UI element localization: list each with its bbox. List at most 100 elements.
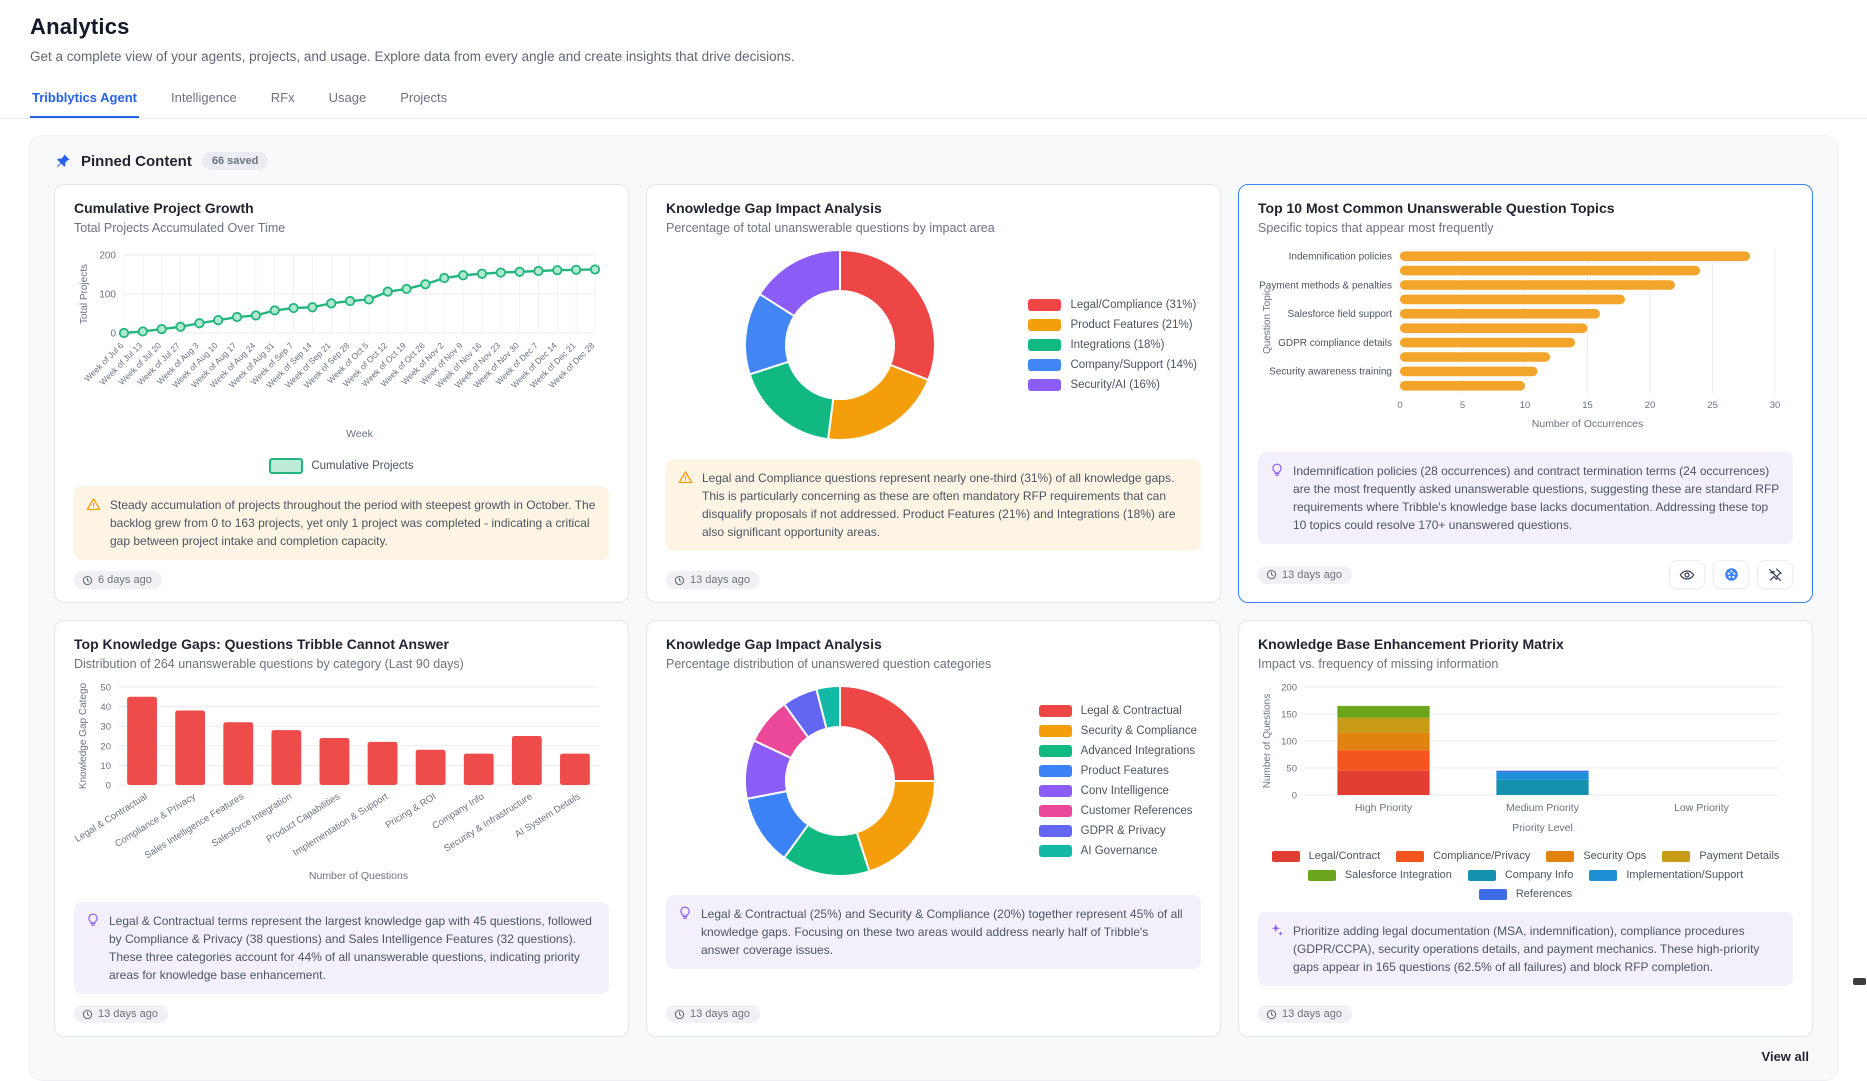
legend-item: Legal & Contractual [1039,705,1197,717]
clock-icon [82,1009,93,1020]
donut-chart: Legal/Compliance (31%)Product Features (… [666,243,1201,447]
legend-swatch [1039,825,1072,837]
card-knowledge-gap-impact-2[interactable]: Knowledge Gap Impact Analysis Percentage… [646,620,1221,1037]
svg-text:Indemnification policies: Indemnification policies [1289,252,1392,263]
legend-item: Security/AI (16%) [1028,379,1197,391]
pinned-footer: View all [54,1037,1813,1068]
legend-item: Customer References [1039,805,1197,817]
legend-item: Company/Support (14%) [1028,359,1197,371]
legend-item: Security Ops [1546,850,1646,862]
svg-text:20: 20 [1645,400,1656,411]
svg-text:Priority Level: Priority Level [1512,822,1573,834]
legend-item: References [1479,888,1572,900]
legend-item: Integrations (18%) [1028,339,1197,351]
svg-text:100: 100 [1281,737,1297,748]
svg-text:50: 50 [1286,764,1297,775]
chart-legend: Legal/Compliance (31%)Product Features (… [1028,299,1197,391]
svg-text:Total Projects: Total Projects [79,264,90,324]
timestamp-badge: 13 days ago [1258,1005,1352,1023]
timestamp-badge: 13 days ago [666,571,760,589]
card-footer: 6 days ago [74,560,609,589]
svg-text:50: 50 [100,683,111,694]
svg-text:Number of Occurrences: Number of Occurrences [1532,418,1643,430]
legend-swatch [1479,889,1507,900]
unpin-button[interactable] [1757,560,1793,589]
svg-text:40: 40 [100,702,111,713]
card-title: Cumulative Project Growth [74,200,609,216]
svg-text:Security awareness training: Security awareness training [1269,367,1392,378]
insight-text: Legal & Contractual (25%) and Security &… [701,905,1189,959]
tab-rfx[interactable]: RFx [269,80,297,118]
legend-item: Salesforce Integration [1308,869,1452,881]
insight-box: Steady accumulation of projects througho… [74,486,609,560]
card-cumulative-project-growth[interactable]: Cumulative Project Growth Total Projects… [54,184,629,603]
svg-text:Medium Priority: Medium Priority [1506,802,1580,814]
legend-item: Payment Details [1662,850,1779,862]
legend-swatch [1039,765,1072,777]
legend-swatch [1028,299,1061,311]
tab-projects[interactable]: Projects [398,80,449,118]
saved-count-badge: 66 saved [202,152,268,170]
card-top-knowledge-gaps[interactable]: Top Knowledge Gaps: Questions Tribble Ca… [54,620,629,1037]
legend-swatch [1546,851,1574,862]
svg-text:Security & Infrastructure: Security & Infrastructure [442,791,534,854]
legend-item: Security & Compliance [1039,725,1197,737]
svg-text:0: 0 [106,781,111,792]
card-title: Top 10 Most Common Unanswerable Question… [1258,200,1793,216]
page-title: Analytics [30,14,1837,40]
svg-text:Number of Questions: Number of Questions [1262,694,1273,789]
insight-text: Indemnification policies (28 occurrences… [1293,462,1781,534]
legend-swatch [1028,359,1061,371]
chart-legend: Legal & Contractual Security & Compliance… [1039,705,1197,857]
svg-text:Knowledge Gap Catego: Knowledge Gap Catego [78,682,89,789]
card-priority-matrix[interactable]: Knowledge Base Enhancement Priority Matr… [1238,620,1813,1037]
insight-box: Legal and Compliance questions represent… [666,459,1201,551]
tab-tribblytics-agent[interactable]: Tribblytics Agent [30,80,139,118]
chart-legend: Cumulative Projects [74,458,609,474]
legend-item: Implementation/Support [1589,869,1743,881]
card-subtitle: Percentage of total unanswerable questio… [666,221,1201,235]
svg-text:15: 15 [1582,400,1593,411]
pinned-header: Pinned Content 66 saved [54,152,1813,170]
legend-swatch [1039,725,1072,737]
card-subtitle: Impact vs. frequency of missing informat… [1258,657,1793,671]
svg-text:100: 100 [99,290,116,301]
clock-icon [1266,1009,1277,1020]
legend-swatch [1272,851,1300,862]
legend-item: Legal/Compliance (31%) [1028,299,1197,311]
svg-text:25: 25 [1707,400,1718,411]
warning-icon [86,497,101,517]
horizontal-bar-chart: 051015202530Indemnification policiesPaym… [1258,243,1793,440]
legend-item: Advanced Integrations [1039,745,1197,757]
legend-item: Company Info [1468,869,1573,881]
card-top-10-unanswerable-topics[interactable]: Top 10 Most Common Unanswerable Question… [1238,184,1813,603]
legend-swatch [1039,805,1072,817]
tab-usage[interactable]: Usage [327,80,369,118]
legend-item: GDPR & Privacy [1039,825,1197,837]
svg-text:GDPR compliance details: GDPR compliance details [1278,338,1392,349]
timestamp-badge: 13 days ago [74,1005,168,1023]
card-knowledge-gap-impact-1[interactable]: Knowledge Gap Impact Analysis Percentage… [646,184,1221,603]
unpin-icon [1767,567,1783,583]
view-all-link[interactable]: View all [1762,1049,1809,1064]
page-header: Analytics Get a complete view of your ag… [0,0,1867,64]
card-subtitle: Total Projects Accumulated Over Time [74,221,609,235]
legend-swatch [1039,785,1072,797]
card-title: Knowledge Base Enhancement Priority Matr… [1258,636,1793,652]
view-button[interactable] [1669,560,1705,589]
card-footer: 13 days ago [1258,994,1793,1023]
insight-text: Steady accumulation of projects througho… [110,496,597,550]
clock-icon [82,575,93,586]
color-theme-button[interactable] [1713,560,1749,589]
card-subtitle: Percentage distribution of unanswered qu… [666,657,1201,671]
scrollbar-thumb[interactable] [1853,978,1866,985]
legend-label: Cumulative Projects [311,460,413,472]
page-subtitle: Get a complete view of your agents, proj… [30,49,1837,64]
lightbulb-icon [1270,463,1284,482]
tab-intelligence[interactable]: Intelligence [169,80,239,118]
card-subtitle: Specific topics that appear most frequen… [1258,221,1793,235]
timestamp-badge: 6 days ago [74,571,162,589]
svg-text:150: 150 [1281,710,1297,721]
pin-icon [54,153,71,170]
legend-item: AI Governance [1039,845,1197,857]
